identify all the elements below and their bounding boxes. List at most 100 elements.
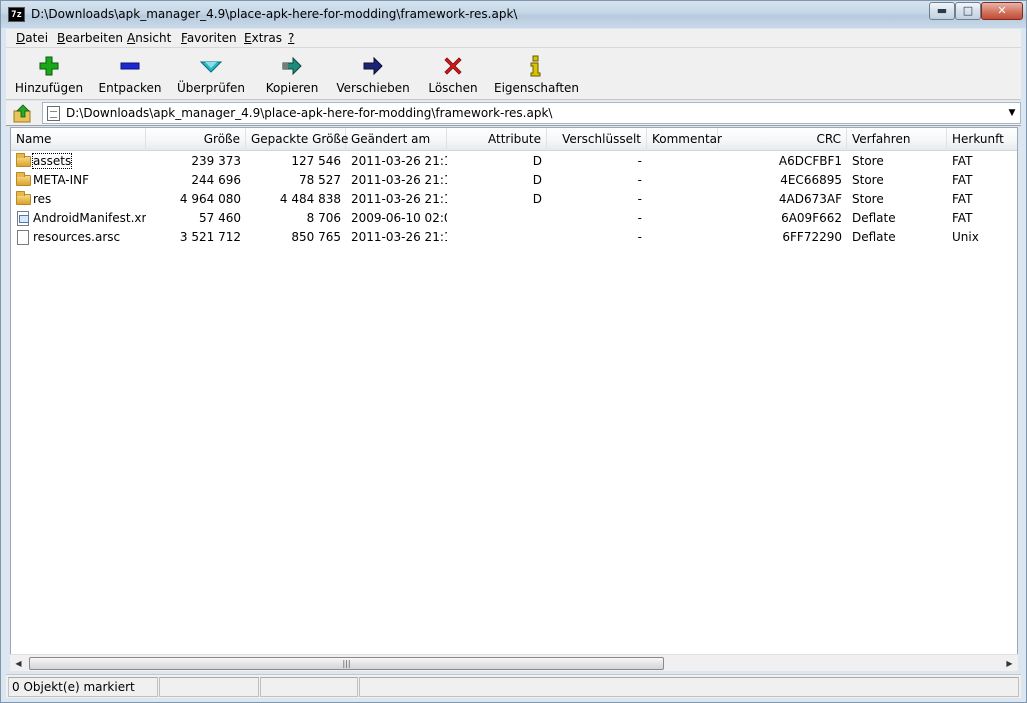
menu-ansicht-label: nsicht <box>135 31 172 45</box>
row-name: res <box>33 192 52 206</box>
row-comment <box>647 171 717 190</box>
row-comment <box>647 152 717 171</box>
delete-button[interactable]: Löschen <box>422 52 484 98</box>
title-bar[interactable]: 7z D:\Downloads\apk_manager_4.9\place-ap… <box>1 1 1026 28</box>
archive-file-icon <box>47 106 60 121</box>
test-label: Überprüfen <box>176 81 246 95</box>
xml-file-icon <box>17 211 29 226</box>
move-button[interactable]: Verschieben <box>336 52 410 98</box>
row-name: AndroidManifest.xml <box>33 211 146 225</box>
row-host: FAT <box>952 192 973 206</box>
column-size[interactable]: Größe <box>146 128 246 151</box>
row-host: Unix <box>952 230 979 244</box>
row-encrypted: - <box>637 230 642 244</box>
column-encrypted[interactable]: Verschlüsselt <box>547 128 647 151</box>
folder-icon <box>16 172 31 186</box>
delete-label: Löschen <box>428 81 478 95</box>
scroll-left-icon[interactable]: ◀ <box>10 655 27 672</box>
menu-help-accel: ? <box>288 31 295 45</box>
row-crc: 6FF72290 <box>782 230 842 244</box>
address-field[interactable]: D:\Downloads\apk_manager_4.9\place-apk-h… <box>42 102 1021 124</box>
folder-icon <box>16 153 31 167</box>
table-row[interactable]: resources.arsc 3 521 712 850 765 2011-03… <box>11 228 1017 247</box>
file-list[interactable]: Name Größe Gepackte Größe Geändert am At… <box>10 127 1018 655</box>
menu-extras-accel: E <box>244 31 252 45</box>
row-name-cell: res <box>11 190 146 209</box>
row-encrypted: - <box>637 211 642 225</box>
row-packed: 8 706 <box>306 211 341 225</box>
checkmark-icon <box>199 61 223 73</box>
menu-help[interactable]: ? <box>288 31 294 45</box>
folder-up-button[interactable] <box>10 103 36 124</box>
menu-bearbeiten[interactable]: Bearbeiten <box>57 31 123 45</box>
row-size: 57 460 <box>199 211 241 225</box>
minimize-button[interactable]: ▬ <box>929 2 955 20</box>
file-icon <box>17 230 29 245</box>
row-name-cell: META-INF <box>11 171 146 190</box>
address-dropdown-icon[interactable]: ▼ <box>1006 107 1018 119</box>
menu-extras[interactable]: Extras <box>244 31 282 45</box>
delete-x-icon <box>444 57 462 75</box>
row-name: resources.arsc <box>33 230 121 244</box>
row-crc: 6A09F662 <box>781 211 842 225</box>
menu-datei-accel: D <box>16 31 26 45</box>
plus-icon <box>39 56 59 76</box>
row-size: 244 696 <box>191 173 241 187</box>
row-modified: 2011-03-26 21:18 <box>351 154 447 168</box>
app-7zip-icon[interactable]: 7z <box>8 7 25 22</box>
menu-favoriten[interactable]: Favoriten <box>181 31 237 45</box>
row-packed: 78 527 <box>299 173 341 187</box>
table-row[interactable]: res 4 964 080 4 484 838 2011-03-26 21:18… <box>11 190 1017 209</box>
column-modified[interactable]: Geändert am <box>346 128 447 151</box>
table-row[interactable]: AndroidManifest.xml 57 460 8 706 2009-06… <box>11 209 1017 228</box>
row-attributes: D <box>532 173 542 187</box>
row-comment <box>647 228 717 247</box>
row-size: 4 964 080 <box>179 192 241 206</box>
properties-label: Eigenschaften <box>494 81 580 95</box>
row-method: Deflate <box>852 230 896 244</box>
column-header-row: Name Größe Gepackte Größe Geändert am At… <box>11 128 1017 151</box>
status-selected: 0 Objekt(e) markiert <box>8 677 158 697</box>
row-host: FAT <box>952 154 973 168</box>
column-crc[interactable]: CRC <box>717 128 847 151</box>
folder-icon <box>16 191 31 205</box>
row-crc: 4AD673AF <box>778 192 842 206</box>
row-comment <box>647 209 717 228</box>
close-button[interactable]: ✕ <box>981 2 1023 20</box>
add-button[interactable]: Hinzufügen <box>11 52 87 98</box>
row-name: assets <box>31 153 73 169</box>
address-path: D:\Downloads\apk_manager_4.9\place-apk-h… <box>66 106 553 120</box>
row-name-cell: assets <box>11 152 146 171</box>
test-button[interactable]: Überprüfen <box>174 52 248 98</box>
extract-label: Entpacken <box>98 81 162 95</box>
menu-favoriten-label: avoriten <box>186 31 237 45</box>
column-attributes[interactable]: Attribute <box>447 128 547 151</box>
table-row[interactable]: META-INF 244 696 78 527 2011-03-26 21:18… <box>11 171 1017 190</box>
horizontal-scrollbar[interactable]: ◀ ||| ▶ <box>10 654 1018 671</box>
row-method: Store <box>852 154 884 168</box>
properties-button[interactable]: Eigenschaften <box>494 52 580 98</box>
column-packed-size[interactable]: Gepackte Größe <box>246 128 348 151</box>
status-pane-2 <box>159 677 259 697</box>
status-bar: 0 Objekt(e) markiert <box>6 674 1021 698</box>
row-attributes: D <box>532 192 542 206</box>
row-name-cell: AndroidManifest.xml <box>11 209 146 228</box>
menu-ansicht-accel: A <box>127 31 136 45</box>
menu-ansicht[interactable]: Ansicht <box>127 31 171 45</box>
row-modified: 2011-03-26 21:18 <box>351 173 447 187</box>
row-name: META-INF <box>33 173 90 187</box>
scroll-right-icon[interactable]: ▶ <box>1001 655 1018 672</box>
column-host[interactable]: Herkunft <box>947 128 1017 151</box>
copy-button[interactable]: Kopieren <box>260 52 324 98</box>
row-comment <box>647 190 717 209</box>
row-attributes <box>447 228 547 247</box>
maximize-button[interactable]: □ <box>955 2 981 20</box>
menu-datei[interactable]: Datei <box>16 31 48 45</box>
extract-button[interactable]: Entpacken <box>94 52 166 98</box>
column-name[interactable]: Name <box>11 128 146 151</box>
scrollbar-thumb[interactable]: ||| <box>29 657 664 670</box>
column-method[interactable]: Verfahren <box>847 128 947 151</box>
row-modified: 2011-03-26 21:17 <box>351 230 447 244</box>
row-method: Store <box>852 173 884 187</box>
table-row[interactable]: assets 239 373 127 546 2011-03-26 21:18 … <box>11 152 1017 171</box>
